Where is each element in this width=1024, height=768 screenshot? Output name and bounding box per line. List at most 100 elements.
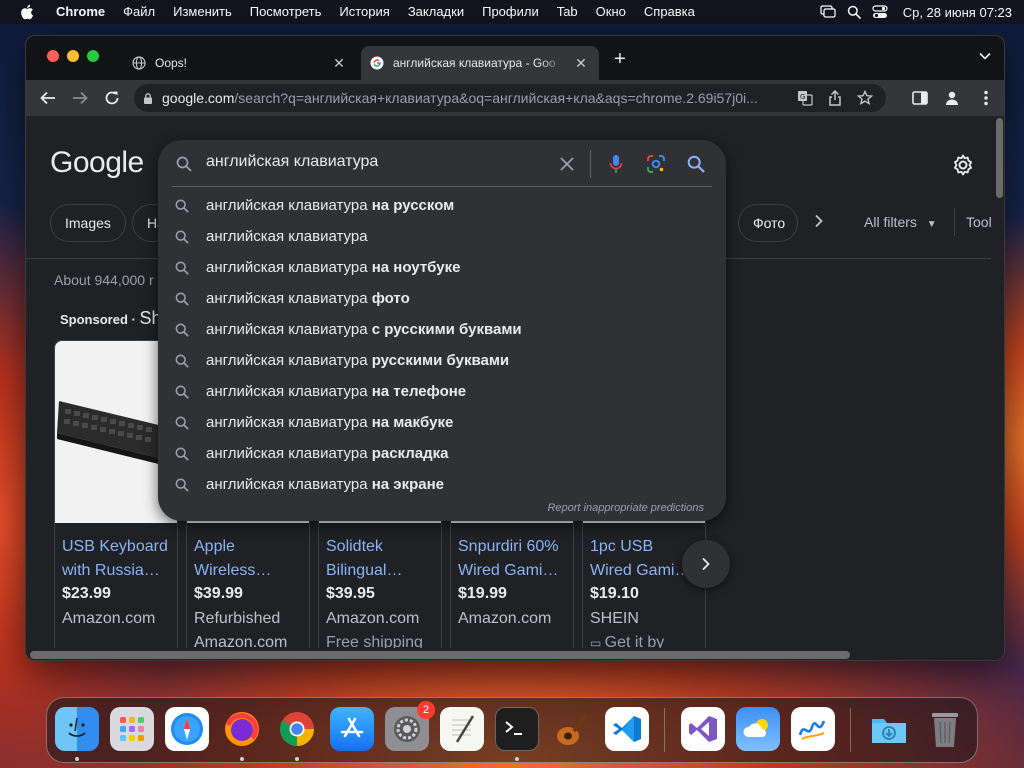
search-input[interactable]: английская клавиатура: [206, 153, 378, 171]
suggestion-base: английская клавиатура: [206, 197, 368, 214]
close-window-button[interactable]: [47, 50, 59, 62]
tab-search-chevron-icon[interactable]: [978, 51, 992, 65]
suggestion-item[interactable]: английская клавиатура с русскими буквами: [158, 314, 726, 345]
suggestion-text: английская клавиатура на макбуке: [206, 414, 453, 431]
share-icon[interactable]: [820, 84, 850, 112]
search-icon: [172, 227, 192, 247]
search-icon: [172, 444, 192, 464]
tab-oops[interactable]: Oops! ✕: [121, 46, 357, 80]
suggestion-item[interactable]: английская клавиатура на телефоне: [158, 376, 726, 407]
search-submit-icon[interactable]: [684, 152, 708, 176]
spotlight-search-icon[interactable]: [841, 0, 867, 24]
product-title-link[interactable]: USB Keyboard with Russia…: [62, 535, 176, 583]
downloads-folder-icon[interactable]: [867, 707, 911, 751]
side-panel-icon[interactable]: [906, 84, 934, 112]
screen-mirror-icon[interactable]: [815, 0, 841, 24]
suggestion-item[interactable]: английская клавиатура раскладка: [158, 438, 726, 469]
suggestion-item[interactable]: английская клавиатура: [158, 221, 726, 252]
horizontal-scrollbar[interactable]: [26, 648, 993, 660]
menu-app-chrome[interactable]: Chrome: [48, 0, 114, 24]
control-center-icon[interactable]: [867, 0, 893, 24]
lock-icon[interactable]: [134, 92, 162, 105]
back-button[interactable]: [34, 84, 62, 112]
microphone-icon[interactable]: [604, 152, 628, 176]
suggestion-completion: на ноутбуке: [367, 259, 461, 276]
settings-gear-icon[interactable]: [950, 152, 976, 178]
suggestion-item[interactable]: английская клавиатура на экране: [158, 469, 726, 500]
weather-icon[interactable]: [736, 707, 780, 751]
suggestion-completion: на телефоне: [367, 383, 467, 400]
bookmark-star-icon[interactable]: [850, 84, 880, 112]
menu-file[interactable]: Файл: [114, 0, 164, 24]
chrome-icon[interactable]: [275, 707, 319, 751]
fullscreen-window-button[interactable]: [87, 50, 99, 62]
vscode-icon[interactable]: [605, 707, 649, 751]
menu-profiles[interactable]: Профили: [473, 0, 548, 24]
app-store-icon[interactable]: [330, 707, 374, 751]
finder-icon[interactable]: [55, 707, 99, 751]
chip-images[interactable]: Images: [50, 204, 126, 242]
url-text: google.com/search?q=английская+клавиатур…: [162, 90, 790, 106]
menu-history[interactable]: История: [330, 0, 398, 24]
textedit-icon[interactable]: [440, 707, 484, 751]
google-logo[interactable]: Google: [50, 146, 144, 180]
clear-search-icon[interactable]: [555, 152, 579, 176]
menu-window[interactable]: Окно: [587, 0, 635, 24]
apple-menu-icon[interactable]: [18, 0, 36, 24]
product-title-link[interactable]: Apple Wireless…: [194, 535, 308, 583]
product-store: Amazon.com: [326, 610, 420, 627]
suggestion-base: английская клавиатура: [206, 476, 368, 493]
firefox-icon[interactable]: [220, 707, 264, 751]
visual-studio-icon[interactable]: [681, 707, 725, 751]
product-title-link[interactable]: Snpurdiri 60% Wired Gami…: [458, 535, 572, 583]
close-tab-icon[interactable]: ✕: [331, 55, 347, 71]
menu-view[interactable]: Посмотреть: [241, 0, 331, 24]
address-bar[interactable]: google.com/search?q=английская+клавиатур…: [134, 84, 886, 112]
product-store: SHEIN: [590, 610, 639, 627]
menu-tab[interactable]: Tab: [548, 0, 587, 24]
vertical-scrollbar[interactable]: [993, 116, 1004, 660]
suggestion-base: английская клавиатура: [206, 290, 368, 307]
product-title-line: Apple: [194, 538, 235, 555]
chips-next-chevron-icon[interactable]: [810, 214, 828, 232]
profile-avatar-icon[interactable]: [938, 84, 966, 112]
tools-button[interactable]: Tool: [966, 214, 992, 230]
suggestion-completion: на экране: [367, 476, 444, 493]
suggestion-text: английская клавиатура на экране: [206, 476, 444, 493]
close-tab-icon[interactable]: ✕: [573, 55, 589, 71]
search-icon: [172, 413, 192, 433]
scrollbar-thumb[interactable]: [996, 118, 1003, 198]
more-menu-icon[interactable]: [972, 84, 1000, 112]
menu-bookmarks[interactable]: Закладки: [399, 0, 473, 24]
garageband-icon[interactable]: [550, 707, 594, 751]
translate-icon[interactable]: G: [790, 84, 820, 112]
suggestion-item[interactable]: английская клавиатура на макбуке: [158, 407, 726, 438]
menu-edit[interactable]: Изменить: [164, 0, 241, 24]
system-settings-icon[interactable]: 2: [385, 701, 435, 751]
chip-foto[interactable]: Фото: [738, 204, 798, 242]
terminal-icon[interactable]: [495, 707, 539, 751]
product-title-link[interactable]: Solidtek Bilingual…: [326, 535, 440, 583]
forward-button[interactable]: [66, 84, 94, 112]
minimize-window-button[interactable]: [67, 50, 79, 62]
menu-help[interactable]: Справка: [635, 0, 704, 24]
tab-google-search[interactable]: английская клавиатура - Goo ✕: [361, 46, 599, 80]
scrollbar-thumb[interactable]: [30, 651, 850, 659]
suggestion-text: английская клавиатура фото: [206, 290, 410, 307]
report-predictions-link[interactable]: Report inappropriate predictions: [547, 502, 704, 514]
freeform-icon[interactable]: [791, 707, 835, 751]
carousel-next-button[interactable]: [682, 540, 730, 588]
suggestion-item[interactable]: английская клавиатура фото: [158, 283, 726, 314]
safari-icon[interactable]: [165, 707, 209, 751]
menu-clock[interactable]: Ср, 28 июня 07:23: [903, 5, 1012, 20]
trash-icon[interactable]: [923, 707, 967, 751]
google-lens-icon[interactable]: [644, 152, 668, 176]
all-filters-button[interactable]: All filters ▼: [864, 214, 937, 230]
launchpad-icon[interactable]: [110, 707, 154, 751]
suggestion-item[interactable]: английская клавиатура на русском: [158, 190, 726, 221]
suggestion-item[interactable]: английская клавиатура русскими буквами: [158, 345, 726, 376]
suggestion-item[interactable]: английская клавиатура на ноутбуке: [158, 252, 726, 283]
suggestion-completion: на русском: [367, 197, 455, 214]
new-tab-button[interactable]: +: [610, 49, 630, 69]
reload-button[interactable]: [98, 84, 126, 112]
